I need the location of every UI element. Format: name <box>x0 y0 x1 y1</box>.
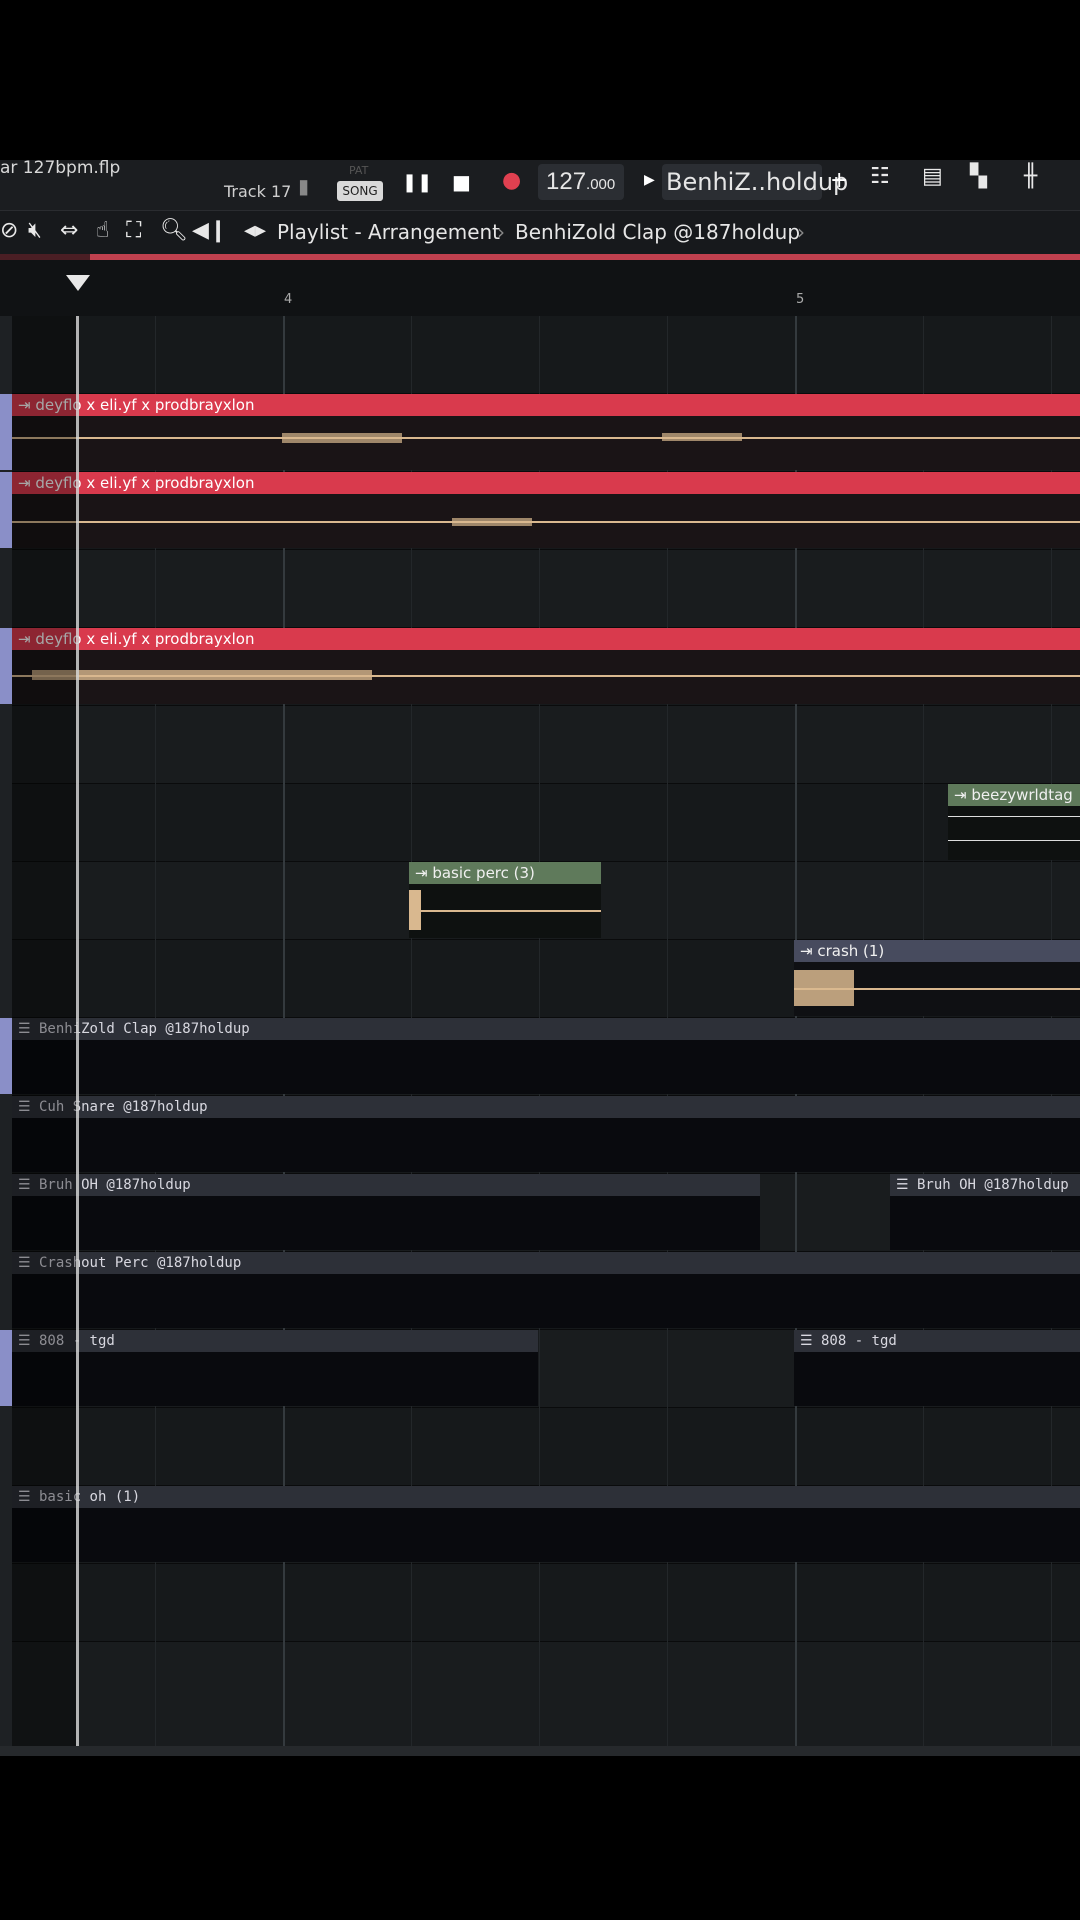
pattern-clip[interactable]: ☰ 808 - tgd <box>794 1330 1080 1406</box>
audio-clip[interactable]: ⇥ deyflo x eli.yf x prodbrayxlon <box>12 472 1080 548</box>
pattern-name: BenhiZ..holdup <box>666 168 849 196</box>
track-lane[interactable] <box>12 1408 1080 1486</box>
song-label: SONG <box>337 181 383 201</box>
zoom-region-icon[interactable]: ⛶ <box>126 218 141 243</box>
project-filename: ar 127bpm.flp <box>0 158 121 178</box>
pre-playhead-shade <box>12 316 76 1746</box>
record-button[interactable]: ● <box>502 168 521 193</box>
clip-label: ⇥ crash (1) <box>794 940 1080 962</box>
playhead-marker[interactable] <box>66 275 90 291</box>
tempo-display[interactable]: 127.000 <box>538 164 624 200</box>
track-mark <box>0 472 12 548</box>
clip-label: ⇥ beezywrldtag <box>948 784 1080 806</box>
pause-button[interactable]: ❚❚ <box>402 172 432 193</box>
pattern-selector[interactable]: BenhiZ..holdup <box>662 164 848 200</box>
audio-clip-basic-perc[interactable]: ⇥ basic perc (3) <box>409 862 601 938</box>
horizontal-scrollbar[interactable] <box>0 1746 1080 1756</box>
pat-song-toggle[interactable]: PAT SONG <box>337 164 383 204</box>
pattern-clip[interactable]: ☰ Bruh OH @187holdup <box>12 1174 760 1250</box>
pattern-clip[interactable]: ☰ BenhiZold Clap @187holdup <box>12 1018 1080 1094</box>
track-mark <box>0 628 12 704</box>
playhead-line[interactable] <box>76 316 79 1746</box>
track-mark <box>0 1330 12 1406</box>
audio-clip[interactable]: ⇥ deyflo x eli.yf x prodbrayxlon <box>12 394 1080 470</box>
clip-label: ⇥ deyflo x eli.yf x prodbrayxlon <box>12 394 1080 416</box>
breadcrumb-item[interactable]: BenhiZold Clap @187holdup <box>515 220 800 244</box>
mixer-slot-icon[interactable]: ▮ <box>298 174 309 198</box>
clip-label: ☰ Cuh Snare @187holdup <box>12 1096 1080 1118</box>
piano-roll-icon[interactable]: ▚ <box>970 164 987 189</box>
pattern-clip[interactable]: ☰ Crashout Perc @187holdup <box>12 1252 1080 1328</box>
clip-label: ⇥ deyflo x eli.yf x prodbrayxlon <box>12 628 1080 650</box>
stop-button[interactable]: ■ <box>452 170 471 194</box>
clip-label: ☰ 808 - tgd <box>794 1330 1080 1352</box>
zoom-icon[interactable]: 🔍︎ <box>160 218 188 243</box>
bar-number-5: 5 <box>796 292 805 307</box>
pattern-clip[interactable]: ☰ Bruh OH @187holdup <box>890 1174 1080 1250</box>
clip-label: ☰ basic oh (1) <box>12 1486 1080 1508</box>
clip-label: ☰ BenhiZold Clap @187holdup <box>12 1018 1080 1040</box>
pattern-clip[interactable]: ☰ basic oh (1) <box>12 1486 1080 1562</box>
track-lane[interactable] <box>12 1564 1080 1642</box>
breadcrumb-separator: › <box>497 220 505 244</box>
mute-icon[interactable]: 🔇︎ <box>28 218 42 243</box>
track-lane[interactable] <box>12 1642 1080 1747</box>
channel-rack-icon[interactable]: ▤ <box>922 164 943 189</box>
track-label: Track 17 <box>224 182 292 201</box>
add-pattern-button[interactable]: + <box>830 168 848 193</box>
pattern-clip[interactable]: ☰ Cuh Snare @187holdup <box>12 1096 1080 1172</box>
mixer-icon[interactable]: ╫ <box>1024 164 1037 189</box>
slip-icon[interactable]: ⇔ <box>60 218 78 243</box>
clip-label: ☰ Crashout Perc @187holdup <box>12 1252 1080 1274</box>
pattern-clip[interactable]: ☰ 808 - tgd <box>12 1330 538 1406</box>
clip-label: ☰ Bruh OH @187holdup <box>12 1174 760 1196</box>
bar-number-4: 4 <box>284 292 293 307</box>
track-lane[interactable] <box>12 550 1080 628</box>
track-lane[interactable] <box>12 784 1080 862</box>
breadcrumb-window[interactable]: Playlist - Arrangement <box>277 220 500 244</box>
track-lane[interactable] <box>12 316 1080 394</box>
breadcrumb-arrow-icon[interactable]: › <box>797 220 805 244</box>
audio-clip-crash[interactable]: ⇥ crash (1) <box>794 940 1080 1016</box>
clip-label: ☰ 808 - tgd <box>12 1330 538 1352</box>
playlist-icon[interactable]: ☷ <box>870 164 890 189</box>
clip-label: ⇥ basic perc (3) <box>409 862 601 884</box>
audio-clip-beezywrldtag[interactable]: ⇥ beezywrldtag <box>948 784 1080 860</box>
clip-label: ☰ Bruh OH @187holdup <box>890 1174 1080 1196</box>
track-mark <box>0 394 12 470</box>
tempo-value: 127.000 <box>546 168 616 195</box>
playback-icon[interactable]: ◀❙ <box>192 218 227 243</box>
pattern-play-arrow-icon[interactable]: ▶ <box>644 172 655 188</box>
pat-label: PAT <box>349 164 369 177</box>
disable-icon[interactable]: ⊘ <box>0 218 18 243</box>
clip-label: ⇥ deyflo x eli.yf x prodbrayxlon <box>12 472 1080 494</box>
song-position-strip[interactable] <box>0 254 1080 260</box>
select-icon[interactable]: ☝︎ <box>96 218 109 243</box>
audio-clip[interactable]: ⇥ deyflo x eli.yf x prodbrayxlon <box>12 628 1080 704</box>
timeline-ruler[interactable] <box>0 254 1080 316</box>
track-mark <box>0 1018 12 1094</box>
track-lane[interactable] <box>12 706 1080 784</box>
window-menu-icon[interactable]: ◂▸ <box>244 218 266 243</box>
